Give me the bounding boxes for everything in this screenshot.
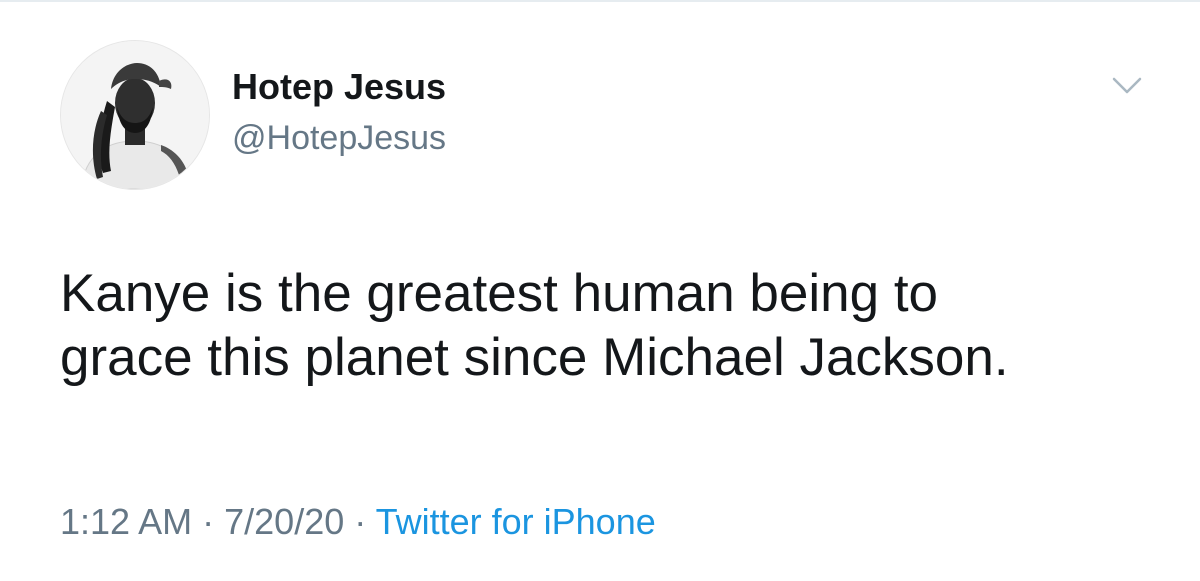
tweet-source-link[interactable]: Twitter for iPhone [376,501,656,542]
author-handle[interactable]: @HotepJesus [232,116,446,160]
avatar-photo-icon [61,41,209,189]
author-display-name[interactable]: Hotep Jesus [232,65,446,109]
avatar[interactable] [60,40,210,190]
tweet-text: Kanye is the greatest human being to gra… [60,262,1160,390]
chevron-down-icon[interactable] [1111,74,1143,98]
tweet-time[interactable]: 1:12 AM [60,501,192,542]
tweet-meta: 1:12 AM · 7/20/20 · Twitter for iPhone [60,500,656,544]
tweet-text-line: grace this planet since Michael Jackson. [60,328,1009,387]
meta-separator: · [354,501,367,542]
meta-separator: · [202,501,215,542]
tweet-date[interactable]: 7/20/20 [224,501,344,542]
tweet-card: Hotep Jesus @HotepJesus Kanye is the gre… [0,0,1200,581]
tweet-text-line: Kanye is the greatest human being to [60,264,939,323]
